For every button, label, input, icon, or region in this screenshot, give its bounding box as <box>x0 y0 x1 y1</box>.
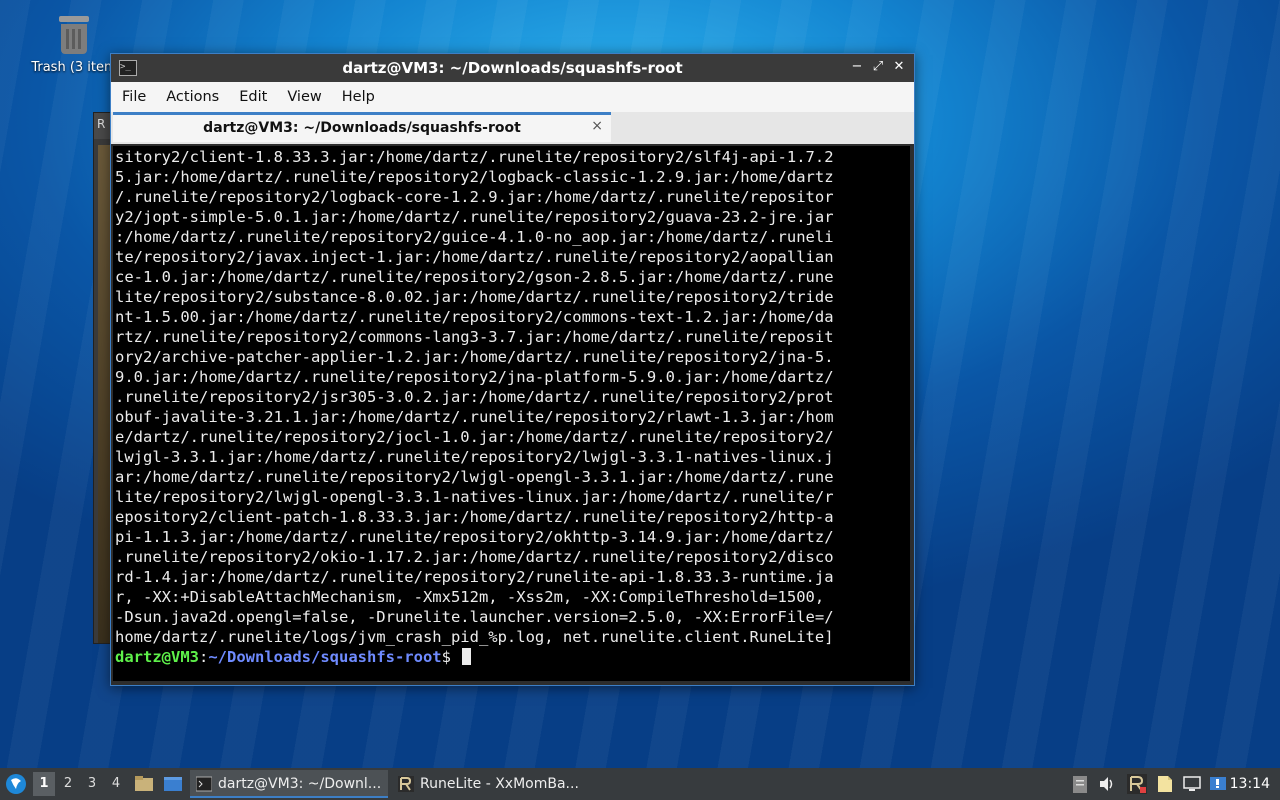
prompt-path: ~/Downloads/squashfs-root <box>208 648 442 666</box>
task-terminal[interactable]: dartz@VM3: ~/Downl... <box>190 770 388 798</box>
terminal-output[interactable]: sitory2/client-1.8.33.3.jar:/home/dartz/… <box>113 146 910 681</box>
terminal-line: -Dsun.java2d.opengl=false, -Drunelite.la… <box>115 608 834 626</box>
close-button[interactable]: ✕ <box>890 58 908 76</box>
terminal-line: obuf-javalite-3.21.1.jar:/home/dartz/.ru… <box>115 408 834 426</box>
runelite-tray-icon[interactable] <box>1127 774 1147 794</box>
update-notifier-icon[interactable] <box>1208 774 1228 794</box>
window-title: dartz@VM3: ~/Downloads/squashfs-root <box>342 59 683 77</box>
lxqt-logo-icon <box>6 774 26 794</box>
desktop-trash[interactable]: Trash (3 item <box>24 16 124 75</box>
terminal-line: pi-1.1.3.jar:/home/dartz/.runelite/repos… <box>115 528 834 546</box>
title-bar[interactable]: >_ dartz@VM3: ~/Downloads/squashfs-root … <box>111 54 914 82</box>
terminal-line: ar:/home/dartz/.runelite/repository2/lwj… <box>115 468 834 486</box>
terminal-line: rd-1.4.jar:/home/dartz/.runelite/reposit… <box>115 568 834 586</box>
terminal-line: epository2/client-patch-1.8.33.3.jar:/ho… <box>115 508 834 526</box>
network-icon[interactable] <box>1182 774 1202 794</box>
show-desktop-icon[interactable] <box>163 774 183 794</box>
task-runelite-label: RuneLite - XxMomBa... <box>420 776 579 792</box>
prompt-symbol: $ <box>441 648 461 666</box>
prompt-user: dartz@VM3 <box>115 648 199 666</box>
trash-icon <box>57 16 91 54</box>
terminal-line: rtz/.runelite/repository2/commons-lang3-… <box>115 328 834 346</box>
workspace-3[interactable]: 3 <box>81 772 103 796</box>
menu-view[interactable]: View <box>278 82 330 112</box>
task-terminal-label: dartz@VM3: ~/Downl... <box>218 776 382 792</box>
prompt-separator: : <box>199 648 209 666</box>
terminal-line: nt-1.5.00.jar:/home/dartz/.runelite/repo… <box>115 308 834 326</box>
task-runelite[interactable]: RuneLite - XxMomBa... <box>392 770 590 798</box>
terminal-line: /.runelite/repository2/logback-core-1.2.… <box>115 188 834 206</box>
text-cursor <box>462 648 472 665</box>
taskbar: 1 2 3 4 dartz@VM3: ~/Downl... RuneLite -… <box>0 768 1280 800</box>
terminal-text: sitory2/client-1.8.33.3.jar:/home/dartz/… <box>113 146 910 667</box>
minimize-button[interactable]: − <box>848 58 866 76</box>
menu-bar: File Actions Edit View Help <box>111 82 914 112</box>
clock[interactable]: 13:14 <box>1230 768 1270 800</box>
terminal-line: lite/repository2/substance-8.0.02.jar:/h… <box>115 288 834 306</box>
terminal-line: .runelite/repository2/jsr305-3.0.2.jar:/… <box>115 388 834 406</box>
workspace-1[interactable]: 1 <box>33 772 55 796</box>
menu-actions[interactable]: Actions <box>157 82 228 112</box>
terminal-line: te/repository2/javax.inject-1.jar:/home/… <box>115 248 834 266</box>
terminal-line: .runelite/repository2/okio-1.17.2.jar:/h… <box>115 548 834 566</box>
trash-label: Trash (3 item <box>31 60 117 75</box>
terminal-line: ce-1.0.jar:/home/dartz/.runelite/reposit… <box>115 268 834 286</box>
tab-close-icon[interactable]: × <box>591 118 603 134</box>
clipboard-icon[interactable] <box>1070 774 1090 794</box>
menu-help[interactable]: Help <box>333 82 384 112</box>
terminal-line: lwjgl-3.3.1.jar:/home/dartz/.runelite/re… <box>115 448 834 466</box>
terminal-window: >_ dartz@VM3: ~/Downloads/squashfs-root … <box>110 53 915 686</box>
terminal-line: sitory2/client-1.8.33.3.jar:/home/dartz/… <box>115 148 834 166</box>
runelite-icon <box>398 776 414 792</box>
terminal-line: r, -XX:+DisableAttachMechanism, -Xmx512m… <box>115 588 834 606</box>
start-menu-button[interactable] <box>4 772 28 796</box>
terminal-icon <box>196 776 212 792</box>
terminal-line: home/dartz/.runelite/logs/jvm_crash_pid_… <box>115 628 834 646</box>
menu-edit[interactable]: Edit <box>230 82 276 112</box>
notes-icon[interactable] <box>1155 774 1175 794</box>
maximize-button[interactable]: ⤢ <box>869 58 887 76</box>
workspace-4[interactable]: 4 <box>105 772 127 796</box>
tab-bar: dartz@VM3: ~/Downloads/squashfs-root × <box>111 112 914 144</box>
menu-file[interactable]: File <box>113 82 155 112</box>
terminal-line: :/home/dartz/.runelite/repository2/guice… <box>115 228 834 246</box>
file-manager-icon[interactable] <box>134 774 154 794</box>
workspace-2[interactable]: 2 <box>57 772 79 796</box>
volume-icon[interactable] <box>1097 774 1117 794</box>
terminal-line: y2/jopt-simple-5.0.1.jar:/home/dartz/.ru… <box>115 208 834 226</box>
terminal-line: e/dartz/.runelite/repository2/jocl-1.0.j… <box>115 428 834 446</box>
tab-terminal[interactable]: dartz@VM3: ~/Downloads/squashfs-root × <box>113 112 611 142</box>
tab-label: dartz@VM3: ~/Downloads/squashfs-root <box>203 120 521 136</box>
terminal-line: 5.jar:/home/dartz/.runelite/repository2/… <box>115 168 834 186</box>
terminal-line: ory2/archive-patcher-applier-1.2.jar:/ho… <box>115 348 834 366</box>
terminal-line: 9.0.jar:/home/dartz/.runelite/repository… <box>115 368 834 386</box>
terminal-line: lite/repository2/lwjgl-opengl-3.3.1-nati… <box>115 488 834 506</box>
